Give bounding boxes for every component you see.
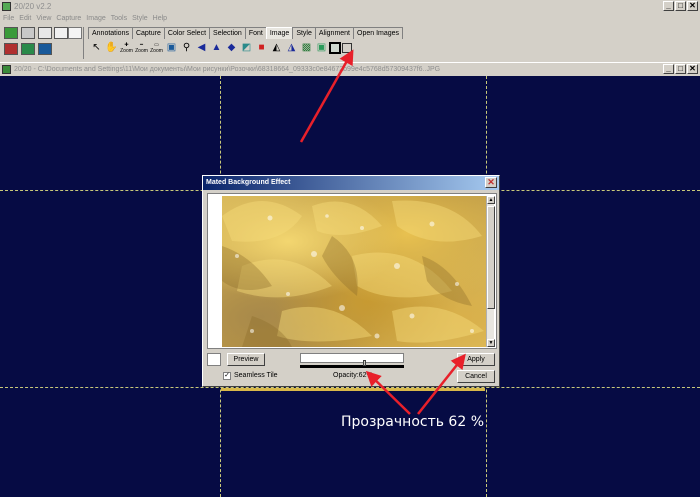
document-title-bar: 20/20 - C:\Documents and Settings\11\Мои…: [0, 62, 700, 75]
menu-image[interactable]: Image: [86, 15, 105, 22]
tab-annotations[interactable]: Annotations: [88, 27, 133, 39]
filter-icon[interactable]: [54, 27, 68, 39]
preview-pane: ▲ ▼: [207, 193, 497, 349]
grid-icon[interactable]: [38, 43, 52, 55]
copy-icon[interactable]: [21, 27, 35, 39]
menu-style[interactable]: Style: [132, 15, 148, 22]
magic-wand-icon[interactable]: ⚲: [180, 41, 193, 54]
opacity-slider-thumb[interactable]: [362, 360, 366, 366]
document-close-button[interactable]: ✕: [687, 64, 698, 74]
pointer-icon[interactable]: ↖: [90, 41, 103, 54]
menu-help[interactable]: Help: [153, 15, 167, 22]
toolbar: Annotations Capture Color Select Selecti…: [0, 25, 700, 61]
document-window-controls: _ □ ✕: [663, 64, 698, 74]
app-title: 20/20 v2.2: [14, 2, 52, 11]
flip-vertical-icon[interactable]: ▲: [210, 41, 223, 54]
opacity-slider-track[interactable]: [300, 365, 404, 368]
main-tools: [4, 27, 84, 59]
triangle-icon[interactable]: ◭: [270, 41, 283, 54]
tool-tabs: Annotations Capture Color Select Selecti…: [88, 27, 404, 39]
maximize-button[interactable]: □: [675, 1, 686, 11]
red-color-icon[interactable]: ■: [255, 41, 268, 54]
app-title-bar: 20/20 v2.2 _ □ ✕: [0, 0, 700, 13]
zoom-in-label: Zoom: [120, 48, 133, 54]
mirror-icon[interactable]: ◮: [285, 41, 298, 54]
tab-capture[interactable]: Capture: [131, 27, 165, 39]
zoom-in-icon[interactable]: ✚ Zoom: [120, 41, 133, 54]
menu-edit[interactable]: Edit: [19, 15, 31, 22]
fill-icon[interactable]: [4, 43, 18, 55]
app-icon: [2, 2, 11, 11]
cancel-button[interactable]: Cancel: [457, 370, 495, 383]
zoom-out-label: Zoom: [135, 48, 148, 54]
flip-left-icon[interactable]: ◀: [195, 41, 208, 54]
seamless-tile-checkbox[interactable]: ✓: [223, 372, 231, 380]
effect-icon[interactable]: ▩: [300, 41, 313, 54]
zoom-out-icon[interactable]: ━ Zoom: [135, 41, 148, 54]
texture-icon[interactable]: ▣: [315, 41, 328, 54]
menu-tools[interactable]: Tools: [111, 15, 127, 22]
zoom-fit-label: Zoom: [150, 48, 163, 54]
dialog-title: Mated Background Effect: [206, 179, 291, 186]
app-window: 20/20 v2.2 _ □ ✕ File Edit View Capture …: [0, 0, 700, 497]
image-edge-strip: [221, 388, 485, 391]
preview-button[interactable]: Preview: [227, 353, 265, 366]
scroll-down-icon[interactable]: ▼: [487, 339, 495, 347]
document-maximize-button[interactable]: □: [675, 64, 686, 74]
app-window-controls: _ □ ✕: [663, 1, 698, 11]
document-minimize-button[interactable]: _: [663, 64, 674, 74]
tab-color-select[interactable]: Color Select: [163, 27, 211, 39]
mated-background-dialog: Mated Background Effect ✕ ▲ ▼ Preview Op…: [202, 175, 500, 387]
color-swatch[interactable]: [207, 353, 221, 366]
menu-file[interactable]: File: [3, 15, 14, 22]
close-button[interactable]: ✕: [687, 1, 698, 11]
document-icon: [2, 64, 11, 74]
menu-capture[interactable]: Capture: [56, 15, 81, 22]
hand-icon[interactable]: ✋: [105, 41, 118, 54]
screen-icon[interactable]: ▣: [165, 41, 178, 54]
minimize-button[interactable]: _: [663, 1, 674, 11]
tab-selection[interactable]: Selection: [209, 27, 246, 39]
annotation-caption: Прозрачность 62 %: [341, 414, 485, 430]
opacity-display: [300, 353, 404, 363]
document-title: 20/20 - C:\Documents and Settings\11\Мои…: [14, 65, 441, 73]
tab-style[interactable]: Style: [292, 27, 316, 39]
dialog-title-bar: Mated Background Effect ✕: [203, 176, 499, 190]
erase-icon[interactable]: [342, 42, 352, 53]
page-icon[interactable]: [68, 27, 82, 39]
tab-image[interactable]: Image: [265, 27, 294, 39]
rotate-icon[interactable]: ◆: [225, 41, 238, 54]
opacity-label: Opacity:62%: [333, 372, 373, 379]
mated-background-icon[interactable]: [330, 42, 340, 53]
preview-image: [222, 196, 486, 347]
seamless-tile-label: Seamless Tile: [234, 372, 278, 379]
tab-alignment[interactable]: Alignment: [314, 27, 355, 39]
rose-petals-image: [222, 200, 484, 347]
zoom-fit-icon[interactable]: ▭ Zoom: [150, 41, 163, 54]
gradient-icon[interactable]: ◩: [240, 41, 253, 54]
new-icon[interactable]: [4, 27, 18, 39]
menu-bar: File Edit View Capture Image Tools Style…: [0, 13, 700, 24]
dialog-close-button[interactable]: ✕: [485, 177, 497, 188]
apply-button[interactable]: Apply: [457, 353, 495, 366]
scroll-up-icon[interactable]: ▲: [487, 196, 495, 204]
menu-view[interactable]: View: [36, 15, 51, 22]
image-tools: ↖ ✋ ✚ Zoom ━ Zoom ▭ Zoom ▣ ⚲ ◀ ▲ ◆ ◩ ■ ◭ ◮ …: [90, 41, 352, 54]
tab-font[interactable]: Font: [244, 27, 267, 39]
preview-scrollbar[interactable]: ▲ ▼: [486, 196, 495, 347]
resize-icon[interactable]: [21, 43, 35, 55]
paste-icon[interactable]: [38, 27, 52, 39]
scroll-thumb[interactable]: [487, 206, 495, 309]
tab-open-images[interactable]: Open Images: [353, 27, 404, 39]
